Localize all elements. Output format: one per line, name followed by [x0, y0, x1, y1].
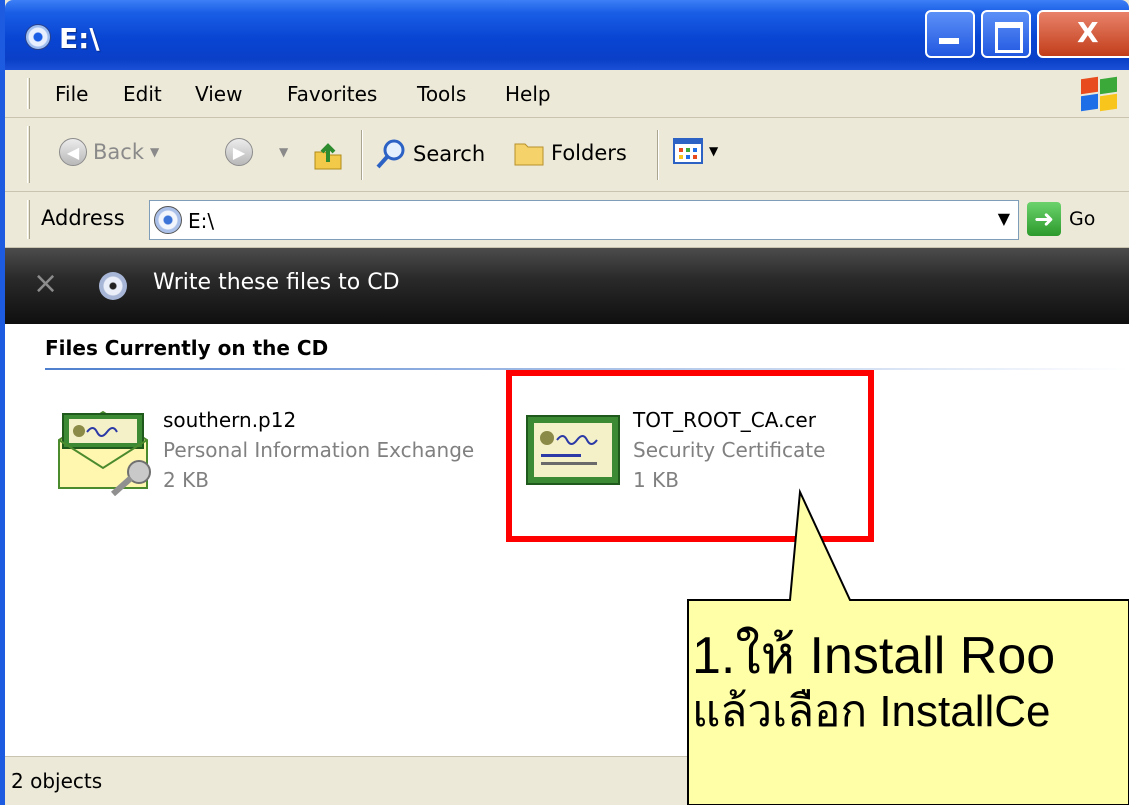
- file-type: Personal Information Exchange: [163, 438, 475, 462]
- back-label: Back: [93, 140, 144, 164]
- folders-icon: [514, 143, 544, 166]
- callout-line-1: 1.ให้ Install Roo: [692, 627, 1056, 685]
- callout-line-2: แล้วเลือก InstallCe: [692, 687, 1051, 736]
- menu-file[interactable]: File: [55, 82, 88, 106]
- folders-button[interactable]: Folders: [513, 138, 627, 168]
- back-dropdown-icon[interactable]: ▼: [150, 145, 159, 159]
- group-header: Files Currently on the CD: [45, 336, 329, 360]
- menu-edit[interactable]: Edit: [123, 82, 162, 106]
- views-button[interactable]: ▼: [673, 138, 718, 164]
- windows-logo-icon: [1079, 76, 1119, 112]
- up-folder-icon: [314, 143, 342, 170]
- maximize-button[interactable]: [981, 10, 1031, 58]
- folders-label: Folders: [551, 141, 627, 165]
- address-label: Address: [41, 206, 125, 230]
- back-arrow-icon: ◀: [59, 138, 87, 166]
- toolbar-grip[interactable]: [27, 200, 30, 239]
- toolbar-grip[interactable]: [27, 78, 30, 109]
- toolbar-grip[interactable]: [27, 126, 30, 183]
- callout-text: 1.ให้ Install Roo แล้วเลือก InstallCe: [692, 628, 1055, 740]
- menu-bar: File Edit View Favorites Tools Help: [5, 70, 1129, 118]
- search-button[interactable]: Search: [375, 138, 485, 170]
- forward-arrow-icon: ▶: [225, 138, 253, 166]
- menu-favorites[interactable]: Favorites: [287, 82, 377, 106]
- search-label: Search: [413, 142, 486, 166]
- menu-view[interactable]: View: [195, 82, 242, 106]
- forward-button[interactable]: ▶ ▼: [225, 138, 288, 166]
- minimize-button[interactable]: [925, 10, 975, 58]
- menu-help[interactable]: Help: [505, 82, 551, 106]
- cd-drive-icon: [25, 24, 51, 50]
- address-input[interactable]: E:\ ▼: [149, 200, 1019, 240]
- file-size: 2 KB: [163, 468, 209, 492]
- pfx-file-icon: [58, 410, 151, 496]
- close-icon: X: [1077, 16, 1099, 49]
- search-icon: [376, 139, 405, 169]
- toolbar-separator: [657, 130, 659, 180]
- up-folder-button[interactable]: [311, 138, 345, 172]
- forward-dropdown-icon[interactable]: ▼: [279, 145, 288, 159]
- highlight-box: [506, 370, 874, 542]
- standard-toolbar: ◀ Back ▼ ▶ ▼ Search Folders ▼: [5, 118, 1129, 192]
- back-button[interactable]: ◀ Back ▼: [59, 138, 159, 166]
- go-button[interactable]: ➜ Go: [1027, 202, 1095, 236]
- close-button[interactable]: X: [1037, 10, 1129, 58]
- window-title: E:\: [59, 22, 100, 55]
- address-value: E:\: [188, 209, 215, 233]
- cd-drive-icon: [154, 206, 182, 234]
- address-dropdown-icon[interactable]: ▼: [998, 209, 1010, 228]
- views-dropdown-icon[interactable]: ▼: [709, 144, 718, 158]
- status-bar: 2 objects: [5, 756, 1129, 805]
- title-bar[interactable]: E:\ X: [5, 0, 1129, 70]
- go-label: Go: [1069, 208, 1096, 230]
- views-grid-icon: [673, 138, 703, 164]
- go-arrow-icon: ➜: [1027, 202, 1061, 236]
- file-name: southern.p12: [163, 408, 297, 432]
- address-bar: Address E:\ ▼ ➜ Go: [5, 192, 1129, 248]
- close-icon[interactable]: ×: [33, 266, 58, 301]
- object-count: 2 objects: [11, 769, 103, 793]
- cd-tasks-bar: × Write these files to CD: [5, 248, 1129, 324]
- write-to-cd-link[interactable]: Write these files to CD: [153, 270, 400, 295]
- menu-tools[interactable]: Tools: [417, 82, 466, 106]
- cd-burn-icon: [99, 272, 127, 300]
- toolbar-separator: [361, 130, 363, 180]
